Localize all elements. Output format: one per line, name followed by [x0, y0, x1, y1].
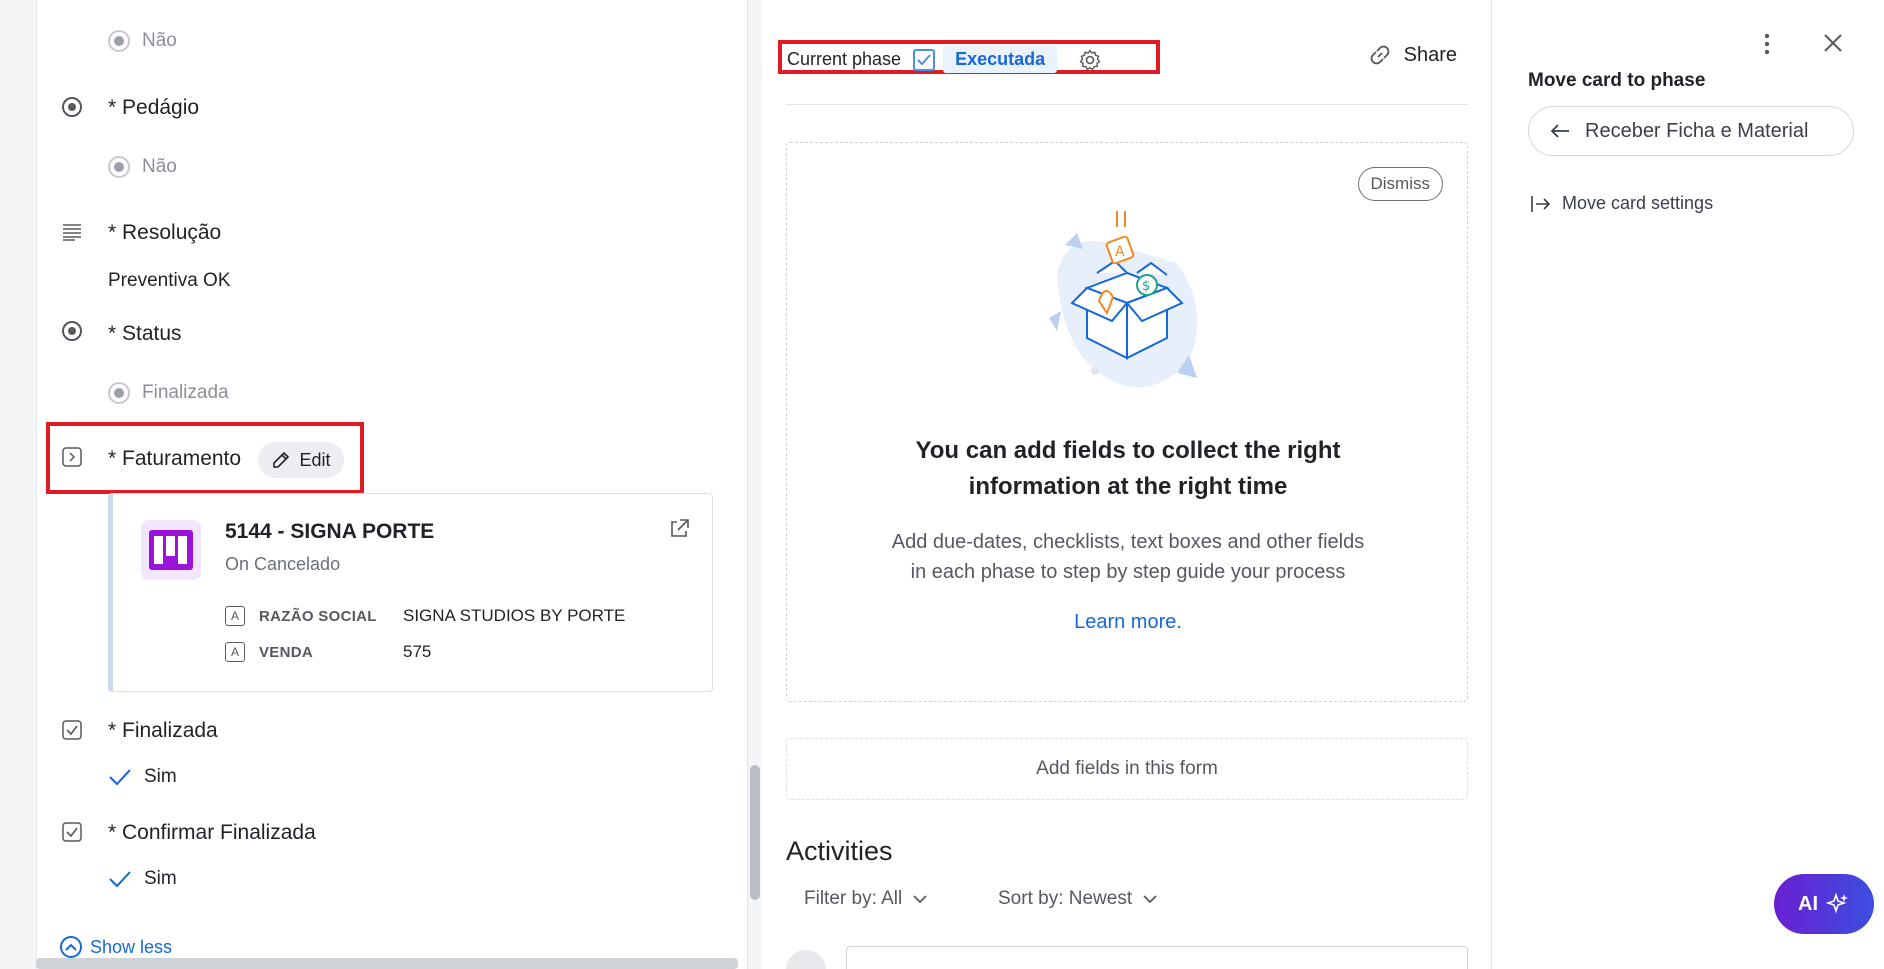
- option-status: Finalizada: [108, 382, 229, 404]
- close-icon[interactable]: [1822, 32, 1844, 59]
- card-fields-panel: Não * Pedágio Não * Resolução Preventiva…: [0, 0, 748, 969]
- empty-state-title: You can add fields to collect the right …: [915, 437, 1341, 500]
- show-less-button[interactable]: Show less: [60, 936, 172, 958]
- link-icon: [1370, 45, 1389, 65]
- dismiss-button[interactable]: Dismiss: [1357, 167, 1443, 201]
- connected-card-row: A RAZÃO SOCIAL SIGNA STUDIOS BY PORTE: [225, 606, 625, 626]
- connected-card-phase: On Cancelado: [225, 554, 341, 574]
- move-card-title: Move card to phase: [1528, 70, 1706, 91]
- pipe-logo-icon: [141, 520, 201, 580]
- field-value-confirmar-finalizada: Sim: [108, 868, 177, 890]
- move-card-settings-link[interactable]: Move card settings: [1530, 193, 1713, 214]
- chevron-down-icon: [1143, 895, 1157, 904]
- field-title-resolucao: * Resolução: [108, 221, 222, 244]
- option-nao-top: Não: [108, 30, 177, 52]
- svg-text:$: $: [1142, 279, 1150, 294]
- move-card-panel: Move card to phase Receber Ficha e Mater…: [1492, 0, 1884, 969]
- phase-check-icon: [913, 48, 936, 71]
- box-illustration: A $: [1049, 211, 1198, 388]
- field-title-finalizada: * Finalizada: [108, 719, 218, 742]
- horizontal-scrollbar[interactable]: [36, 958, 738, 969]
- activities-title: Activities: [786, 836, 893, 866]
- option-pedagio: Não: [108, 156, 177, 178]
- learn-more-link[interactable]: Learn more.: [847, 611, 1409, 634]
- empty-state-box: Dismiss A $ You can add fields to collec…: [786, 142, 1468, 702]
- vertical-scrollbar-thumb[interactable]: [750, 765, 760, 900]
- comment-input[interactable]: [846, 946, 1468, 969]
- radio-field-icon: [62, 321, 82, 341]
- field-value-finalizada: Sim: [108, 766, 177, 788]
- arrow-left-icon: [1550, 124, 1569, 138]
- text-field-icon: A: [225, 606, 245, 626]
- field-title-pedagio: * Pedágio: [108, 96, 200, 119]
- current-phase-bar: Current phase Executada: [787, 46, 1101, 73]
- check-icon: [109, 769, 131, 786]
- edit-faturamento-button[interactable]: Edit: [258, 442, 344, 478]
- app-window: Não * Pedágio Não * Resolução Preventiva…: [0, 0, 1884, 969]
- gear-icon[interactable]: [1079, 48, 1101, 71]
- more-options-icon[interactable]: [1764, 32, 1770, 61]
- radio-field-icon: [62, 97, 82, 117]
- divider: [786, 104, 1468, 105]
- radio-selected-icon: [108, 30, 130, 52]
- chevron-down-icon: [913, 895, 927, 904]
- connected-card-row: A VENDA 575: [225, 642, 431, 662]
- long-text-icon: [62, 222, 82, 242]
- sparkles-icon: [1826, 892, 1848, 914]
- left-gutter: [0, 0, 36, 969]
- filter-dropdown[interactable]: Filter by: All: [804, 888, 928, 910]
- sort-dropdown[interactable]: Sort by: Newest: [998, 888, 1158, 910]
- phase-panel: Current phase Executada Share Dismiss A …: [762, 0, 1492, 969]
- move-to-phase-button[interactable]: Receber Ficha e Material: [1528, 106, 1854, 156]
- field-value-resolucao: Preventiva OK: [108, 270, 231, 291]
- text-field-icon: A: [225, 642, 245, 662]
- empty-state-description: Add due-dates, checklists, text boxes an…: [891, 531, 1365, 583]
- avatar: [786, 950, 826, 969]
- chevron-up-icon: [60, 936, 82, 958]
- field-title-status: * Status: [108, 322, 182, 345]
- add-fields-button[interactable]: Add fields in this form: [786, 738, 1468, 800]
- ai-assistant-button[interactable]: AI: [1774, 874, 1874, 934]
- svg-text:A: A: [1115, 244, 1125, 260]
- connected-card[interactable]: 5144 - SIGNA PORTE On Cancelado A RAZÃO …: [108, 493, 713, 692]
- arrow-right-bar-icon: [1531, 195, 1551, 212]
- radio-selected-icon: [108, 156, 130, 178]
- connected-card-title: 5144 - SIGNA PORTE: [225, 520, 435, 543]
- connection-field-icon: [62, 447, 82, 467]
- share-button[interactable]: Share: [1368, 43, 1457, 67]
- external-link-icon[interactable]: [668, 518, 690, 545]
- pencil-icon: [273, 451, 290, 468]
- checkbox-field-icon: [62, 720, 82, 740]
- radio-selected-icon: [108, 382, 130, 404]
- field-title-confirmar-finalizada: * Confirmar Finalizada: [108, 821, 316, 844]
- field-title-faturamento: * Faturamento: [108, 447, 242, 470]
- phase-name-badge[interactable]: Executada: [943, 46, 1058, 73]
- checkbox-field-icon: [62, 822, 82, 842]
- check-icon: [109, 871, 131, 888]
